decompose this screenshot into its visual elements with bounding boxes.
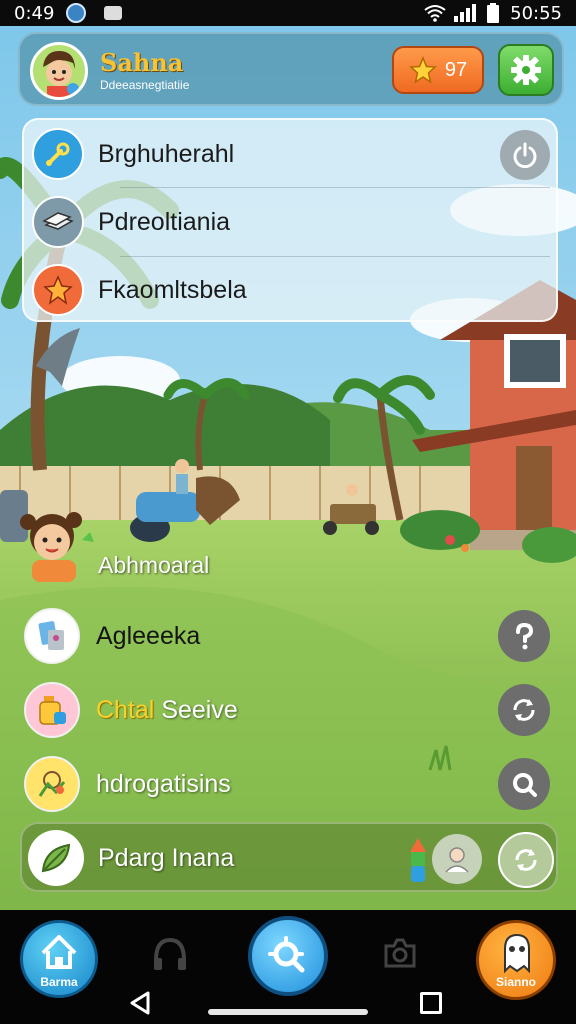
avatar[interactable] — [30, 42, 88, 100]
headphones-icon[interactable] — [150, 934, 190, 974]
stack-icon — [32, 196, 84, 248]
top-menu-label: Fkaomltsbela — [98, 275, 247, 304]
map-icon — [24, 608, 80, 664]
power-icon — [513, 142, 537, 169]
person-icon — [445, 847, 469, 873]
help-button[interactable] — [498, 610, 550, 662]
signal-icon — [454, 4, 477, 22]
home-tab[interactable]: Barma — [20, 920, 98, 998]
search-settings-icon — [268, 936, 305, 973]
list-item-label-part1: Chtal — [96, 695, 155, 724]
pot-icon — [24, 682, 80, 738]
wrench-icon — [32, 128, 84, 180]
list-item[interactable]: Chtal Seeive — [24, 680, 554, 740]
notification-message-icon — [104, 6, 123, 20]
refresh-icon — [513, 699, 535, 721]
settings-button[interactable] — [498, 44, 554, 96]
profile-tab[interactable]: Sianno — [476, 920, 556, 1000]
star-icon — [32, 264, 84, 316]
avatar-face-icon — [43, 51, 79, 97]
status-icons — [424, 3, 500, 23]
top-menu-label: Brghuherahl — [98, 139, 235, 168]
list-item-label: Chtal Seeive — [96, 696, 238, 725]
bottom-navigation: Barma Sianno — [0, 910, 576, 1024]
status-time-left: 0:49 — [14, 2, 55, 24]
top-menu-label: Pdreoltiania — [98, 207, 231, 236]
refresh-icon — [515, 849, 537, 871]
coin-count: 97 — [444, 58, 468, 81]
home-icon — [41, 935, 77, 969]
pencil-icon[interactable] — [408, 836, 428, 884]
wifi-icon — [424, 5, 446, 22]
list-item[interactable]: hdrogatisins — [24, 754, 554, 814]
ghost-icon — [504, 933, 530, 973]
top-menu-item[interactable]: Brghuherahl — [32, 124, 532, 184]
character-label: Abhmoaral — [98, 552, 210, 578]
center-action-button[interactable] — [248, 916, 328, 996]
divider — [120, 256, 550, 257]
battery-icon — [487, 3, 500, 23]
gear-icon — [511, 55, 541, 85]
top-menu-item[interactable]: Fkaomltsbela — [32, 260, 532, 320]
star-icon — [409, 56, 437, 84]
status-bar: 0:49 50:55 — [0, 0, 576, 26]
coins-button[interactable]: 97 — [392, 46, 484, 94]
top-menu-item[interactable]: Pdreoltiania — [32, 192, 532, 252]
profile-header: Sahna Ddeeasnegtiatiie 97 — [18, 32, 564, 106]
back-icon[interactable] — [128, 990, 152, 1016]
palette-icon — [24, 756, 80, 812]
camera-icon[interactable] — [380, 934, 420, 974]
profile-tab-label: Sianno — [495, 975, 536, 989]
leaf-icon — [28, 830, 84, 886]
question-icon — [516, 622, 534, 650]
search-button[interactable] — [498, 758, 550, 810]
home-tab-label: Barma — [40, 975, 78, 989]
info-button[interactable] — [500, 130, 550, 180]
status-time-right: 50:55 — [510, 2, 562, 24]
list-item-highlighted[interactable]: Pdarg Inana — [20, 822, 558, 892]
list-item[interactable]: Agleeeka — [24, 606, 554, 666]
user-subtitle: Ddeeasnegtiatiie — [100, 78, 190, 92]
search-icon — [513, 773, 537, 797]
user-name: Sahna — [100, 48, 184, 77]
list-item-label: Agleeeka — [96, 621, 201, 650]
sync-button[interactable] — [498, 684, 550, 736]
recent-apps-icon[interactable] — [420, 992, 442, 1014]
home-gesture-bar[interactable] — [208, 1009, 368, 1015]
divider — [120, 187, 550, 188]
notification-app-icon — [66, 3, 87, 23]
character-button[interactable] — [432, 834, 482, 884]
child-character-icon — [20, 512, 94, 582]
fin-icon — [36, 328, 80, 386]
list-item-label-part2: Seeive — [161, 695, 238, 724]
list-item-label: Pdarg Inana — [98, 844, 235, 872]
list-item-label: hdrogatisins — [96, 769, 231, 798]
sync-button[interactable] — [498, 832, 554, 888]
top-menu-panel: Brghuherahl Pdreoltiania Fkaomltsbela — [22, 118, 558, 322]
